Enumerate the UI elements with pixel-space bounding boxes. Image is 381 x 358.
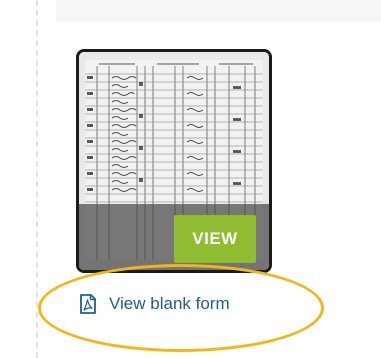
dashed-divider bbox=[36, 0, 38, 358]
view-blank-form-link[interactable]: View blank form bbox=[79, 294, 230, 314]
record-panel: VIEW View blank form bbox=[0, 0, 381, 358]
record-thumbnail[interactable]: VIEW bbox=[76, 49, 272, 273]
top-band bbox=[56, 0, 381, 22]
pdf-icon bbox=[79, 294, 97, 314]
view-blank-form-label: View blank form bbox=[109, 294, 230, 313]
view-button[interactable]: VIEW bbox=[174, 215, 256, 263]
